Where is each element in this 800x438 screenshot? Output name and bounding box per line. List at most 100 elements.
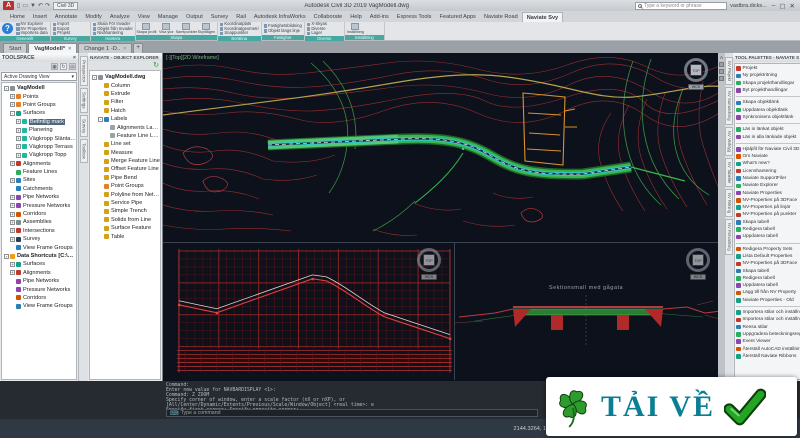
- object-explorer-tree-item[interactable]: Filter: [90, 98, 160, 106]
- object-explorer-tree-item[interactable]: -VagModell.dwg: [90, 73, 160, 81]
- workspace-selector[interactable]: Civil 3D: [53, 2, 78, 10]
- palette-tool[interactable]: Skapa tabell: [736, 219, 800, 226]
- signed-in-user[interactable]: vastbra.dicks...: [730, 3, 767, 9]
- palette-tool[interactable]: NV-Properties på punkter: [736, 211, 800, 218]
- palette-tool[interactable]: Naviate SupportFiler: [736, 175, 800, 182]
- object-explorer-tree-item[interactable]: Hatch: [90, 107, 160, 115]
- ribbon-tab-autodesk-infraworks[interactable]: Autodesk InfraWorks: [250, 12, 310, 22]
- ribbon-tab-add-ins[interactable]: Add-ins: [366, 12, 393, 22]
- file-tab-change-1-d-[interactable]: Change 1 -D..×: [78, 43, 132, 53]
- toolspace-tree-item[interactable]: +Intersections: [2, 227, 76, 235]
- toolspace-tree-item[interactable]: +Point Groups: [2, 101, 76, 109]
- palette-tab-nv-verktyg[interactable]: NV Verktyg: [725, 127, 733, 156]
- toolspace-tab-settings[interactable]: Settings: [80, 88, 88, 113]
- object-explorer-tree-item[interactable]: Simple Trench: [90, 207, 160, 215]
- save-icon[interactable]: ▼: [30, 3, 36, 9]
- toolspace-tree-item[interactable]: +Alignments: [2, 160, 76, 168]
- collapse-icon[interactable]: -: [10, 111, 15, 116]
- restore-button[interactable]: ▢: [779, 2, 785, 10]
- ribbon-big-button[interactable]: Samtpunkter: [178, 23, 195, 34]
- toolspace-tree-item[interactable]: +Vägkropp Terrass: [2, 143, 76, 151]
- expand-icon[interactable]: +: [10, 102, 15, 107]
- profile-viewport[interactable]: TOP WCS: [163, 243, 455, 380]
- refresh-icon[interactable]: ↻: [153, 62, 159, 69]
- palette-tool[interactable]: NV-Properties på 3DFace: [736, 260, 800, 267]
- new-tab-button[interactable]: +: [133, 43, 143, 53]
- palette-tool[interactable]: Lista Default Properties: [736, 253, 800, 260]
- ribbon-tab-manage[interactable]: Manage: [154, 12, 182, 22]
- close-tab-icon[interactable]: ×: [123, 46, 126, 52]
- ribbon-big-button[interactable]: Visa ytor: [158, 23, 175, 34]
- expand-icon[interactable]: +: [16, 128, 21, 133]
- close-tab-icon[interactable]: ×: [68, 46, 71, 52]
- palette-tool[interactable]: Återställ Naviate Ribbons: [736, 353, 800, 360]
- toolspace-tree-item[interactable]: +Vägkropp Släntanslutning: [2, 134, 76, 142]
- palette-tool[interactable]: NV-Properties på 3DFace: [736, 197, 800, 204]
- expand-icon[interactable]: +: [10, 237, 15, 242]
- toolspace-tree-item[interactable]: Catchments: [2, 185, 76, 193]
- object-explorer-tree-item[interactable]: Line set: [90, 140, 160, 148]
- ribbon-tab-express-tools[interactable]: Express Tools: [393, 12, 436, 22]
- expand-icon[interactable]: +: [16, 144, 21, 149]
- object-explorer-tree-item[interactable]: Service Pipe: [90, 199, 160, 207]
- ribbon-tab-help[interactable]: Help: [346, 12, 366, 22]
- palette-tool[interactable]: Uppgradera beteckningsregler: [736, 331, 800, 338]
- palette-tool[interactable]: Naviate Properties - Old: [736, 297, 800, 304]
- toolspace-refresh-icon[interactable]: ↻: [60, 63, 67, 70]
- palette-tool[interactable]: Redigera tabell: [736, 275, 800, 282]
- palette-tool[interactable]: Projekt: [736, 65, 800, 72]
- palette-tool[interactable]: Licenshantering: [736, 168, 800, 175]
- viewcube[interactable]: TOP WCS: [683, 248, 713, 280]
- minimize-button[interactable]: –: [772, 2, 776, 10]
- object-explorer-tree-item[interactable]: Measure: [90, 149, 160, 157]
- object-explorer-tree-item[interactable]: Column: [90, 81, 160, 89]
- toolspace-tree-item[interactable]: Pressure Networks: [2, 285, 76, 293]
- palette-tab-nv-tabeller[interactable]: NV Tabeller: [725, 158, 733, 188]
- object-explorer-tree-item[interactable]: Point Groups: [90, 182, 160, 190]
- file-tab-vagmodell-[interactable]: VagModell*×: [28, 43, 77, 53]
- expand-icon[interactable]: +: [10, 212, 15, 217]
- palette-tool[interactable]: Naviate Properties: [736, 189, 800, 196]
- close-button[interactable]: ✕: [790, 2, 795, 10]
- ribbon-button[interactable]: Objekt längs linje: [264, 29, 302, 34]
- plan-viewport[interactable]: [-][Top][2D Wireframe]: [163, 53, 725, 243]
- object-explorer-tree-item[interactable]: -Labels: [90, 115, 160, 123]
- palette-tool[interactable]: Byt projekthandlingar: [736, 87, 800, 94]
- expand-icon[interactable]: +: [10, 262, 15, 267]
- palette-tab-nv-samordning[interactable]: NV Samordning: [725, 87, 733, 125]
- navigation-bar[interactable]: A: [718, 53, 725, 381]
- undo-icon[interactable]: ↶: [38, 2, 43, 9]
- toolspace-tree-item[interactable]: -Surfaces: [2, 109, 76, 117]
- palette-tool[interactable]: Uppdatera tabell: [736, 282, 800, 289]
- viewcube-compass-ring[interactable]: TOP: [684, 58, 708, 82]
- palette-tool[interactable]: Naviate Explorer: [736, 182, 800, 189]
- palette-tool[interactable]: NV-Properties på linjär: [736, 204, 800, 211]
- collapse-icon[interactable]: -: [92, 75, 97, 80]
- application-menu-button[interactable]: A: [3, 1, 14, 10]
- ribbon-big-button[interactable]: Inställning: [347, 23, 364, 34]
- object-explorer-tree-item[interactable]: Pipe Bend: [90, 174, 160, 182]
- toolspace-tree-item[interactable]: +Planering: [2, 126, 76, 134]
- viewcube-top-face[interactable]: TOP: [690, 64, 702, 76]
- expand-icon[interactable]: +: [10, 94, 15, 99]
- toolspace-tree-item[interactable]: -VagModell: [2, 84, 76, 92]
- palette-tool[interactable]: Redigera tabell: [736, 226, 800, 233]
- ribbon-tab-output[interactable]: Output: [182, 12, 207, 22]
- redo-icon[interactable]: ↷: [45, 2, 50, 9]
- help-search-input[interactable]: Type a keyword or phrase: [635, 2, 727, 10]
- panel-caption[interactable]: Skapa: [136, 35, 217, 40]
- viewport-label[interactable]: [-][Top][2D Wireframe]: [166, 55, 219, 61]
- viewcube-wcs-menu[interactable]: WCS: [688, 84, 704, 90]
- download-watermark[interactable]: TẢI VỀ: [546, 377, 797, 436]
- expand-icon[interactable]: +: [10, 220, 15, 225]
- ribbon-big-button[interactable]: Skapa profil: [138, 23, 155, 34]
- expand-icon[interactable]: +: [10, 203, 15, 208]
- viewcube[interactable]: TOP WCS: [414, 248, 444, 280]
- object-explorer-tree-item[interactable]: Offset Feature Line: [90, 165, 160, 173]
- panel-caption[interactable]: Survey: [51, 36, 90, 41]
- expand-icon[interactable]: +: [10, 228, 15, 233]
- expand-icon[interactable]: +: [16, 136, 21, 141]
- expand-icon[interactable]: +: [16, 119, 21, 124]
- collapse-icon[interactable]: -: [4, 86, 9, 91]
- toolspace-tree-item[interactable]: +Corridors: [2, 210, 76, 218]
